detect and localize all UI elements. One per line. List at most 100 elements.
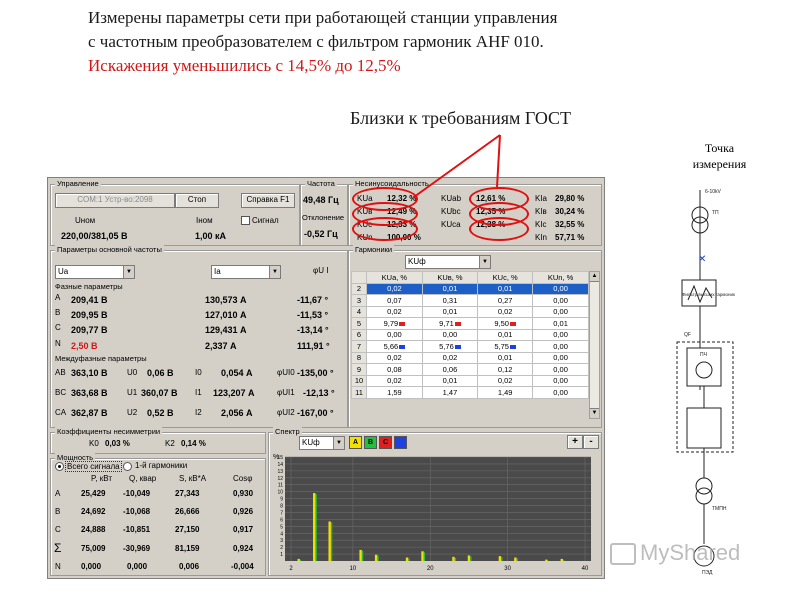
frequency-dev-label: Отклонение — [302, 213, 345, 222]
phase-n-toggle[interactable] — [394, 436, 407, 449]
bar — [560, 558, 563, 561]
watermark-logo-icon — [610, 543, 636, 566]
seq-i-value: 0,054 А — [221, 368, 253, 378]
phase-c-toggle[interactable]: C — [379, 436, 392, 449]
y-tick-label: 10 — [277, 490, 283, 496]
cell: 0,02 — [366, 374, 423, 387]
row-number: 8 — [351, 351, 367, 364]
table-row[interactable]: 4 0,02 0,01 0,02 0,00 — [351, 305, 589, 318]
harmonics-scrollbar[interactable]: ▲ ▼ — [589, 271, 600, 419]
bar-phase-b — [563, 559, 565, 561]
phase-b-toggle[interactable]: B — [364, 436, 377, 449]
measure-point-icon: ✕ — [698, 254, 706, 265]
electrical-scheme: ✕ — [676, 190, 734, 567]
table-row[interactable]: 6 0,00 0,00 0,01 0,00 — [351, 328, 589, 341]
power-q: -10,068 — [123, 507, 151, 516]
y-tick-label: 3 — [280, 538, 283, 544]
harmonics-header: KUa, % — [366, 271, 423, 284]
phase-label: N — [55, 339, 61, 348]
phase-voltage: 209,77 В — [71, 325, 108, 335]
table-row[interactable]: 11 1,59 1,47 1,49 0,00 — [351, 386, 589, 399]
current-select[interactable]: Ia ▼ — [211, 265, 281, 279]
table-row[interactable]: 3 0,07 0,31 0,27 0,00 — [351, 294, 589, 307]
y-tick-label: 1 — [280, 552, 283, 558]
power-cos: -0,004 — [231, 562, 254, 571]
bar — [545, 559, 548, 561]
table-row[interactable]: 8 0,02 0,02 0,01 0,00 — [351, 351, 589, 364]
unbalance-value: 29,80 % — [555, 194, 585, 203]
spectrum-select[interactable]: KUф ▼ — [299, 436, 345, 450]
power-header: P, кВт — [91, 474, 112, 483]
port-button[interactable]: COM:1 Устр-во:2098 — [55, 193, 175, 208]
watermark: MyShared — [610, 540, 740, 566]
cell: 0,00 — [532, 282, 589, 295]
y-tick-label: 13 — [277, 469, 283, 475]
phase-angle: -11,53 ° — [297, 310, 329, 320]
bar — [452, 556, 455, 561]
power-p: 75,009 — [81, 544, 106, 553]
phase-a-toggle[interactable]: A — [349, 436, 362, 449]
radio-total[interactable] — [55, 462, 64, 471]
analyzer-window: Управление COM:1 Устр-во:2098 Стоп Справ… — [47, 177, 605, 579]
interphase-label: CA — [55, 408, 67, 417]
bar — [328, 521, 331, 561]
table-row[interactable]: 2 0,02 0,01 0,01 0,00 — [351, 282, 589, 295]
power-cos: 0,926 — [233, 507, 254, 516]
power-s: 81,159 — [175, 544, 200, 553]
phase-label: A — [55, 293, 61, 302]
bar-phase-b — [362, 550, 364, 561]
signal-checkbox[interactable] — [241, 216, 250, 225]
cell: 0,00 — [366, 328, 423, 341]
power-p: 24,692 — [81, 507, 106, 516]
phi-label: φU I — [313, 266, 329, 275]
phase-angle: 111,91 ° — [297, 341, 330, 351]
phase-current: 130,573 А — [205, 295, 247, 305]
unbalance-value: 30,24 % — [555, 207, 585, 216]
cell: 0,07 — [366, 294, 423, 307]
slide-line-3: Искажения уменьшились с 14,5% до 12,5% — [88, 56, 401, 75]
phase-angle: -13,14 ° — [297, 325, 329, 335]
row-number: 9 — [351, 363, 367, 376]
spectrum-group: Спектр KUф ▼ A B C + - % 15 14 13 12 11 10 9 8 7 6… — [268, 427, 602, 576]
cell: 0,31 — [421, 294, 479, 307]
bar — [313, 493, 316, 561]
harmonics-header: KUв, % — [421, 271, 479, 284]
phase-current: 129,431 А — [205, 325, 247, 335]
slide-line-1: Измерены параметры сети при работающей с… — [88, 8, 558, 27]
zoom-in-button[interactable]: + — [567, 435, 583, 449]
seq-u-label: U1 — [127, 388, 138, 397]
row-number: 11 — [351, 386, 367, 399]
table-row[interactable]: 5 9,79 9,71 9,50 0,01 — [351, 317, 589, 330]
unbalance-label: KUab — [441, 194, 462, 203]
voltage-select-value: Ua — [58, 267, 69, 276]
y-tick-label: 15 — [277, 455, 283, 461]
cell: 0,00 — [532, 340, 589, 353]
harmonics-select[interactable]: KUф ▼ — [405, 255, 491, 269]
row-number: 7 — [351, 340, 367, 353]
k2-label: K2 — [165, 439, 175, 448]
table-row[interactable]: 10 0,02 0,01 0,02 0,00 — [351, 374, 589, 387]
cell-value: 5,75 — [494, 341, 509, 351]
zoom-out-button[interactable]: - — [583, 435, 599, 449]
help-button[interactable]: Справка F1 — [241, 193, 295, 208]
stop-button[interactable]: Стоп — [175, 193, 219, 208]
seq-i-value: 123,207 А — [213, 388, 255, 398]
seq-i-label: I1 — [195, 388, 202, 397]
cell: 0,27 — [477, 294, 534, 307]
table-row[interactable]: 9 0,08 0,06 0,12 0,00 — [351, 363, 589, 376]
power-header: Q, квар — [129, 474, 157, 483]
seq-phi-value: -135,00 ° — [297, 368, 334, 378]
scroll-down-icon[interactable]: ▼ — [590, 408, 599, 418]
seq-i-value: 2,056 А — [221, 408, 253, 418]
chevron-down-icon: ▼ — [123, 266, 134, 278]
cell: 0,00 — [532, 328, 589, 341]
unbalance-label: KIc — [535, 220, 547, 229]
cell: 0,02 — [421, 351, 479, 364]
inom-value: 1,00 кА — [195, 231, 227, 241]
radio-first-harmonic[interactable] — [123, 462, 132, 471]
bar-phase-b — [315, 494, 317, 561]
table-row[interactable]: 7 5,66 5,76 5,75 0,00 — [351, 340, 589, 353]
scroll-up-icon[interactable]: ▲ — [590, 272, 599, 282]
gost-caption: Близки к требованиям ГОСТ — [350, 108, 572, 128]
voltage-select[interactable]: Ua ▼ — [55, 265, 135, 279]
